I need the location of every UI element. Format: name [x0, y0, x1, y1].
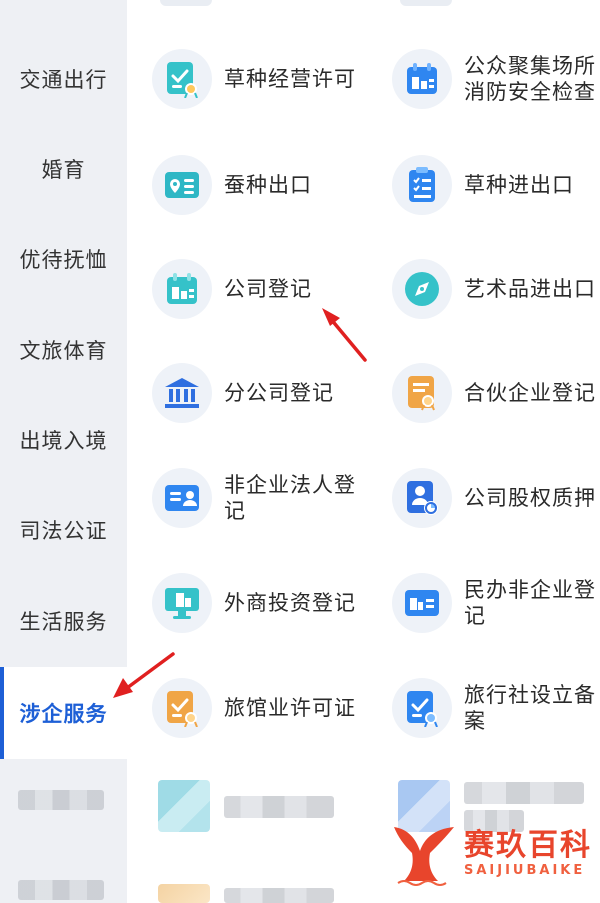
- blurred-service-icon[interactable]: [158, 884, 210, 903]
- service-label: 非企业法人登记: [224, 473, 356, 523]
- service-label: 公司股权质押: [464, 486, 596, 510]
- watermark-text-cn: 赛玖百科: [464, 828, 592, 863]
- service-foreign-investment[interactable]: 外商投资登记: [152, 558, 356, 648]
- sidebar-item-life-services[interactable]: 生活服务: [0, 576, 127, 666]
- building-calendar-icon: [392, 49, 452, 109]
- blurred-service-label: [224, 796, 334, 818]
- service-fire-safety-inspection[interactable]: 公众聚集场所消防安全检查: [392, 34, 597, 124]
- service-label: 草种经营许可: [224, 67, 356, 91]
- sidebar-item-immigration[interactable]: 出境入境: [0, 395, 127, 485]
- service-label: 草种进出口: [464, 173, 574, 197]
- service-branch-registration[interactable]: 分公司登记: [152, 348, 334, 438]
- sidebar-item-blurred[interactable]: [18, 880, 104, 900]
- blurred-service-label: [464, 782, 584, 804]
- certificate-check-icon: [392, 678, 452, 738]
- sidebar-item-label: 出境入境: [19, 429, 108, 453]
- service-grass-seed-import-export[interactable]: 草种进出口: [392, 140, 574, 230]
- certificate-check-icon: [152, 678, 212, 738]
- location-id-card-icon: [152, 155, 212, 215]
- sidebar-item-label: 涉企服务: [19, 702, 108, 726]
- sidebar-item-label: 优待抚恤: [19, 248, 108, 272]
- sidebar-item-veterans[interactable]: 优待抚恤: [0, 214, 127, 304]
- compass-icon: [392, 259, 452, 319]
- checklist-clipboard-icon: [392, 155, 452, 215]
- service-label: 旅馆业许可证: [224, 696, 356, 720]
- sidebar-item-label: 文旅体育: [19, 339, 108, 363]
- service-non-enterprise-legal-person[interactable]: 非企业法人登记: [152, 453, 370, 543]
- service-company-registration[interactable]: 公司登记: [152, 244, 312, 334]
- certificate-check-icon: [152, 49, 212, 109]
- sidebar-item-blurred[interactable]: [18, 790, 104, 810]
- monitor-building-icon: [152, 573, 212, 633]
- blurred-service-icon[interactable]: [158, 780, 210, 832]
- service-label: 分公司登记: [224, 381, 334, 405]
- service-label: 合伙企业登记: [464, 381, 596, 405]
- bank-building-icon: [152, 363, 212, 423]
- sidebar-item-marriage-birth[interactable]: 婚育: [0, 124, 127, 214]
- service-label: 旅行社设立备案: [464, 683, 596, 733]
- sidebar-item-culture-sports[interactable]: 文旅体育: [0, 305, 127, 395]
- sidebar-item-label: 交通出行: [19, 68, 108, 92]
- id-card-icon: [152, 468, 212, 528]
- service-label: 蚕种出口: [224, 173, 312, 197]
- sidebar-item-label: 司法公证: [19, 519, 108, 543]
- person-pie-chart-icon: [392, 468, 452, 528]
- service-partnership-registration[interactable]: 合伙企业登记: [392, 348, 596, 438]
- watermark-text-en: SAIJIUBAIKE: [464, 863, 586, 878]
- sidebar-item-justice[interactable]: 司法公证: [0, 485, 127, 575]
- building-card-icon: [392, 573, 452, 633]
- service-label: 外商投资登记: [224, 591, 356, 615]
- service-label: 公司登记: [224, 277, 312, 301]
- partial-icon: [400, 0, 452, 6]
- service-silkworm-export[interactable]: 蚕种出口: [152, 140, 312, 230]
- partial-icon: [160, 0, 212, 6]
- service-travel-agency-filing[interactable]: 旅行社设立备案: [392, 663, 597, 753]
- service-equity-pledge[interactable]: 公司股权质押: [392, 453, 596, 543]
- certificate-document-icon: [392, 363, 452, 423]
- category-sidebar: 交通出行 婚育 优待抚恤 文旅体育 出境入境 司法公证 生活服务 涉企服务: [0, 0, 127, 903]
- sidebar-item-transport[interactable]: 交通出行: [0, 34, 127, 124]
- blurred-service-label: [224, 888, 334, 903]
- service-private-non-enterprise[interactable]: 民办非企业登记: [392, 558, 597, 648]
- service-label: 民办非企业登记: [464, 578, 596, 628]
- sidebar-item-label: 婚育: [41, 158, 86, 182]
- service-hotel-license[interactable]: 旅馆业许可证: [152, 663, 356, 753]
- service-art-import-export[interactable]: 艺术品进出口: [392, 244, 596, 334]
- service-label: 艺术品进出口: [464, 277, 596, 301]
- whale-tail-logo-icon: [394, 827, 454, 886]
- sidebar-item-enterprise-services[interactable]: 涉企服务: [0, 667, 127, 759]
- service-grass-seed-license[interactable]: 草种经营许可: [152, 34, 356, 124]
- sidebar-item-label: 生活服务: [19, 610, 108, 634]
- watermark-logo: 赛玖百科 SAIJIUBAIKE: [390, 819, 592, 889]
- service-label: 公众聚集场所消防安全检查: [464, 54, 596, 104]
- building-calendar-icon: [152, 259, 212, 319]
